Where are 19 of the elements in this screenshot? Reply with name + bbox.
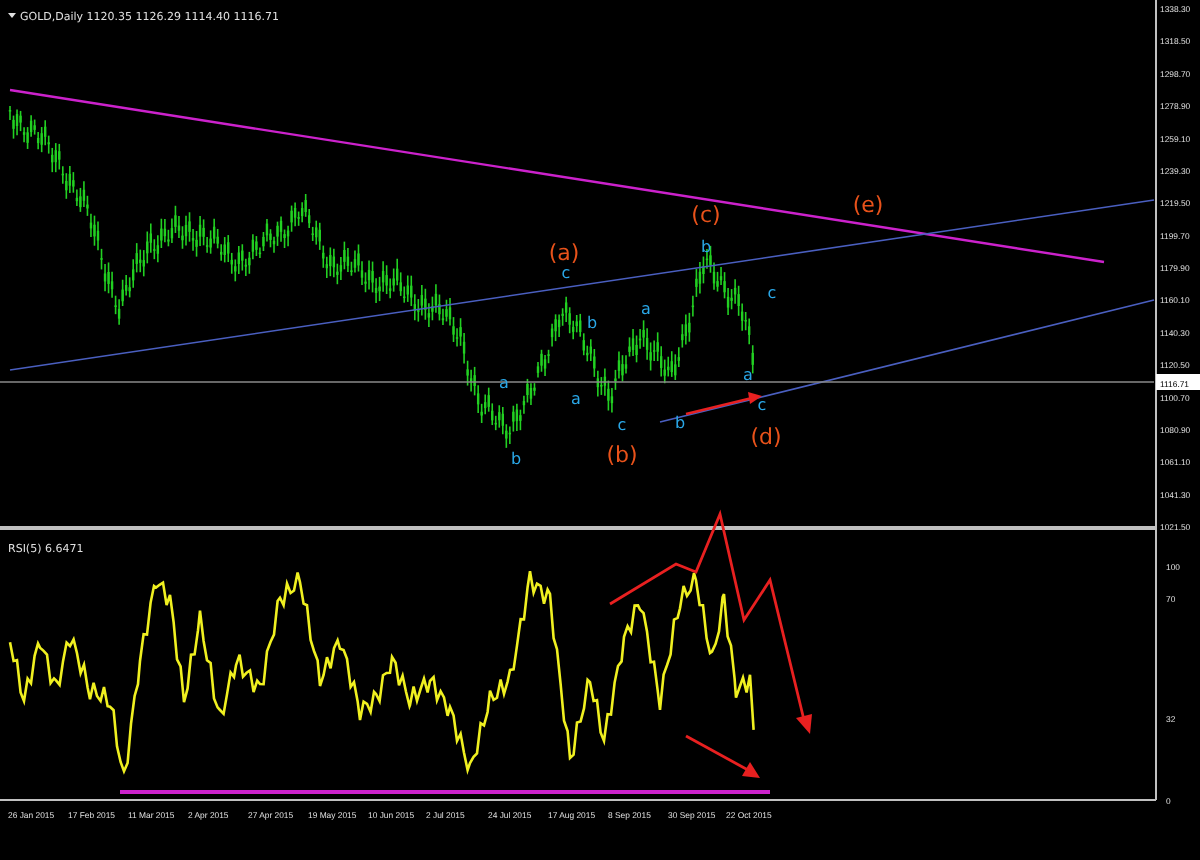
- wave-label: (c): [691, 202, 721, 228]
- wave-label: c: [617, 416, 627, 434]
- wave-label: b: [700, 238, 712, 256]
- wave-label: c: [767, 284, 777, 302]
- wave-label: (e): [852, 192, 884, 218]
- wave-label: (b): [606, 442, 638, 468]
- wave-label: a: [499, 374, 509, 392]
- wave-label: c: [561, 264, 571, 282]
- wave-label: b: [510, 450, 522, 468]
- wave-label: a: [743, 366, 753, 384]
- wave-label: c: [757, 396, 767, 414]
- wave-label: b: [586, 314, 598, 332]
- wave-label: a: [571, 390, 581, 408]
- wave-label: a: [641, 300, 651, 318]
- wave-label: (a): [548, 240, 580, 266]
- wave-label: (d): [750, 424, 782, 450]
- arrow: [685, 392, 762, 416]
- wave-label: b: [674, 414, 686, 432]
- dropdown-icon: [8, 13, 16, 18]
